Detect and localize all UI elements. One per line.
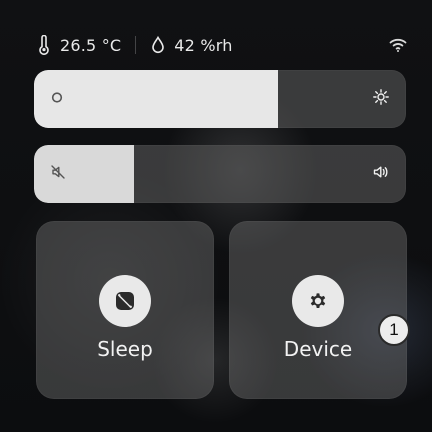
device-label: Device <box>283 337 353 361</box>
gear-icon <box>306 289 330 313</box>
droplet-icon <box>150 35 166 55</box>
temperature-readout: 26.5 °C <box>36 35 121 55</box>
volume-slider[interactable] <box>34 145 406 203</box>
sun-icon <box>372 88 390 110</box>
device-button-circle <box>292 275 344 327</box>
sleep-button-circle <box>99 275 151 327</box>
status-divider <box>135 36 137 54</box>
brightness-slider[interactable] <box>34 70 406 128</box>
sleep-tile[interactable]: Sleep <box>36 221 214 399</box>
temperature-value: 26.5 °C <box>60 35 122 55</box>
device-tile[interactable]: Device <box>229 221 407 399</box>
circle-icon <box>50 90 64 109</box>
humidity-readout: 42 %rh <box>150 35 232 55</box>
speaker-icon <box>372 164 390 184</box>
sleep-icon <box>113 289 137 313</box>
mute-icon <box>50 164 66 184</box>
wifi-icon <box>388 37 408 53</box>
humidity-value: 42 %rh <box>174 35 233 55</box>
notification-badge[interactable]: 1 <box>378 314 410 346</box>
sleep-label: Sleep <box>97 337 153 361</box>
brightness-level <box>34 70 279 128</box>
thermometer-icon <box>36 35 52 55</box>
status-bar: 26.5 °C 42 %rh <box>36 28 408 62</box>
